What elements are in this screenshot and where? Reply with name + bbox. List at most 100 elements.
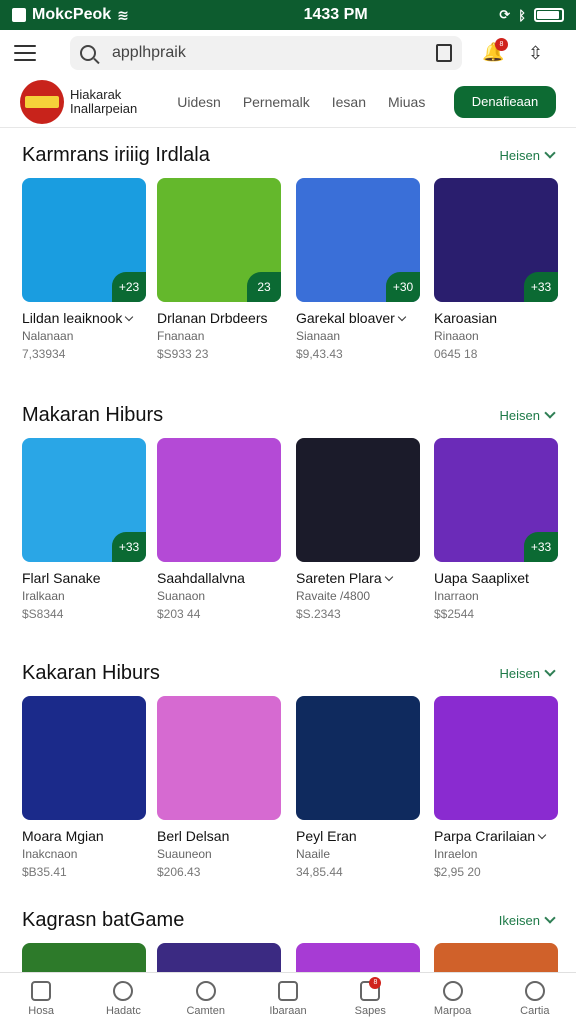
- chevron-down-icon: [544, 147, 556, 159]
- tab-key[interactable]: Camten: [165, 973, 247, 1024]
- app-card[interactable]: Berl Delsan Suauneon $206.43: [157, 696, 281, 879]
- section-title: Kagrasn batGame: [22, 908, 185, 931]
- app-developer: Suanaon: [157, 589, 206, 603]
- app-name: Garekal bloaver: [296, 310, 395, 326]
- app-thumbnail[interactable]: +30: [296, 178, 420, 302]
- store-logo[interactable]: [20, 79, 64, 124]
- brand-line-1: Hiakarak: [70, 86, 122, 102]
- notification-bell-icon[interactable]: 🔔 8: [482, 38, 508, 64]
- app-name: Moara Mgian: [22, 828, 104, 844]
- wifi-icon: ≋: [117, 6, 129, 23]
- tab-document[interactable]: Ibaraan: [247, 973, 329, 1024]
- app-thumbnail[interactable]: +33: [22, 438, 146, 562]
- app-thumbnail[interactable]: +33: [434, 178, 558, 302]
- nav-item-4[interactable]: Miuas: [388, 94, 425, 110]
- app-thumbnail[interactable]: [296, 438, 420, 562]
- card-row: +23 Lildan leaiknook Nalanaan 7,33934 23…: [0, 178, 576, 388]
- app-thumbnail[interactable]: [157, 438, 281, 562]
- app-card[interactable]: +33 Karoasian Rinaaon 0645 18: [434, 178, 558, 361]
- app-price: $206.43: [157, 865, 201, 879]
- app-card[interactable]: +33 Uapa Saaplixet Inarraon $$2544: [434, 438, 558, 621]
- see-more-link[interactable]: Heisen: [500, 665, 556, 681]
- app-developer: Nalanaan: [22, 329, 74, 343]
- app-thumbnail[interactable]: [22, 696, 146, 820]
- section-title: Kakaran Hiburs: [22, 661, 160, 684]
- app-thumbnail[interactable]: [434, 696, 558, 820]
- app-card[interactable]: Parpa Crarilaian Inraelon $2,95 20: [434, 696, 558, 879]
- chevron-down-icon[interactable]: [537, 830, 547, 839]
- app-price: $S8344: [22, 607, 64, 621]
- app-thumbnail[interactable]: 23: [157, 178, 281, 302]
- brand-line-2: Inallarpeian: [70, 100, 138, 116]
- card-row: Moara Mgian Inakcnaon $B35.41 Berl Delsa…: [0, 696, 576, 906]
- section-1: Karmrans iriiig Irdlala Heisen +23 Lilda…: [0, 140, 576, 388]
- app-thumbnail[interactable]: +23: [22, 178, 146, 302]
- app-card[interactable]: +23 Lildan leaiknook Nalanaan 7,33934: [22, 178, 146, 361]
- app-name: Lildan leaiknook: [22, 310, 123, 326]
- app-developer: Ravaite /4800: [296, 589, 371, 603]
- app-thumbnail[interactable]: [157, 696, 281, 820]
- status-bar: MokcPeok ≋ 1433 PM ⟳ ᛒ: [0, 0, 576, 30]
- app-card[interactable]: Sareten Plara Ravaite /4800 $S.2343: [296, 438, 420, 621]
- tab-games[interactable]: Marpoa: [411, 973, 493, 1024]
- section-title: Karmrans iriiig Irdlala: [22, 143, 210, 166]
- search-bar[interactable]: [70, 36, 462, 70]
- app-developer: Iralkaan: [22, 589, 65, 603]
- search-icon: [113, 980, 134, 1001]
- app-price: $2,95 20: [434, 865, 481, 879]
- app-card[interactable]: +33 Flarl Sanake Iralkaan $S8344: [22, 438, 146, 621]
- see-more-link[interactable]: Ikeisen: [499, 912, 556, 928]
- status-time: 1433 PM: [303, 6, 368, 23]
- app-price: 34,85.44: [296, 865, 343, 879]
- menu-icon[interactable]: [14, 45, 36, 61]
- download-button[interactable]: Denafieaan: [454, 85, 556, 118]
- app-card[interactable]: Peyl Eran Naaile 34,85.44: [296, 696, 420, 879]
- top-bar: 🔔8 ⇳: [0, 30, 576, 76]
- tab-inbox[interactable]: 8 Sapes: [329, 973, 411, 1024]
- rating-tag: +33: [524, 272, 558, 302]
- nav-item-1[interactable]: Uidesn: [177, 94, 221, 110]
- app-name: Saahdallalvna: [157, 570, 245, 586]
- app-thumbnail[interactable]: +33: [434, 438, 558, 562]
- app-price: $203 44: [157, 607, 201, 621]
- status-app-name: MokcPeok: [32, 6, 112, 23]
- section-2: Makaran Hiburs Heisen +33 Flarl Sanake I…: [0, 400, 576, 648]
- app-price: 7,33934: [22, 347, 66, 361]
- home-icon: [31, 980, 52, 1001]
- app-developer: Suauneon: [157, 847, 212, 861]
- card-row: +33 Flarl Sanake Iralkaan $S8344 Saahdal…: [0, 438, 576, 648]
- app-developer: Inraelon: [434, 847, 478, 861]
- search-icon: [80, 45, 96, 61]
- app-card[interactable]: Saahdallalvna Suanaon $203 44: [157, 438, 281, 621]
- chevron-down-icon[interactable]: [397, 312, 407, 321]
- rating-tag: +30: [386, 272, 420, 302]
- rating-tag: +23: [112, 272, 146, 302]
- app-thumbnail[interactable]: [296, 696, 420, 820]
- nav-item-2[interactable]: Pernemalk: [243, 94, 310, 110]
- gamepad-icon: [442, 980, 463, 1001]
- nav-item-3[interactable]: Iesan: [332, 94, 366, 110]
- app-name: Sareten Plara: [296, 570, 382, 586]
- tab-label: Hosa: [28, 1004, 54, 1017]
- tab-profile[interactable]: Cartia: [494, 973, 576, 1024]
- see-more-link[interactable]: Heisen: [500, 147, 556, 163]
- app-card[interactable]: 23 Drlanan Drbdeers Fnanaan $S933 23: [157, 178, 281, 361]
- app-name: Karoasian: [434, 310, 498, 326]
- tab-home[interactable]: Hosa: [0, 973, 82, 1024]
- tab-label: Sapes: [354, 1004, 386, 1017]
- see-more-link[interactable]: Heisen: [500, 407, 556, 423]
- sync-icon: ⟳: [499, 7, 511, 22]
- chevron-down-icon[interactable]: [384, 572, 393, 581]
- store-header: Hiakarak Inallarpeian Uidesn Pernemalk I…: [0, 76, 576, 128]
- app-name: Drlanan Drbdeers: [157, 310, 268, 326]
- tab-search[interactable]: Hadatc: [82, 973, 164, 1024]
- app-card[interactable]: +30 Garekal bloaver Sianaan $9,43.43: [296, 178, 420, 361]
- search-input[interactable]: [112, 44, 402, 62]
- section-3: Kakaran Hiburs Heisen Moara Mgian Inakcn…: [0, 658, 576, 906]
- app-price: $9,43.43: [296, 347, 343, 361]
- app-card[interactable]: Moara Mgian Inakcnaon $B35.41: [22, 696, 146, 879]
- sort-icon[interactable]: ⇳: [528, 43, 543, 64]
- chevron-down-icon[interactable]: [125, 312, 134, 321]
- shopping-bag-icon[interactable]: [436, 44, 452, 62]
- app-developer: Inarraon: [434, 589, 479, 603]
